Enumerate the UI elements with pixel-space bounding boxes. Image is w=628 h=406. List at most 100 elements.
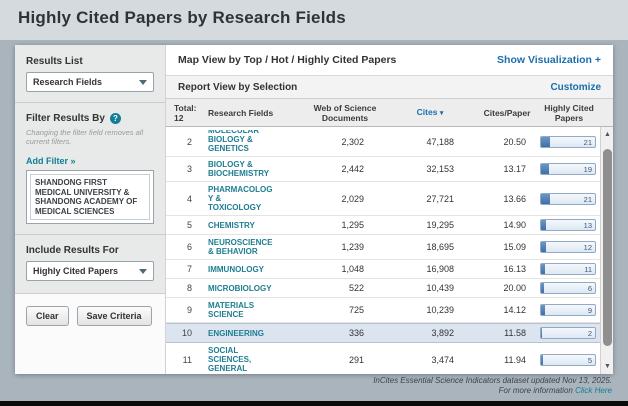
include-results-value: Highly Cited Papers bbox=[33, 266, 118, 276]
research-field-link[interactable]: SOCIALSCIENCES,GENERAL bbox=[202, 346, 304, 373]
docs-cell: 2,302 bbox=[304, 137, 386, 147]
cpp-cell: 13.66 bbox=[474, 194, 540, 204]
rank-cell: 9 bbox=[166, 305, 202, 315]
research-field-link[interactable]: PHARMACOLOGY &TOXICOLOGY bbox=[202, 185, 304, 212]
docs-cell: 1,295 bbox=[304, 220, 386, 230]
hcp-bar-cell: 2 bbox=[540, 327, 600, 339]
rank-cell: 5 bbox=[166, 220, 202, 230]
filter-selected-item[interactable]: SHANDONG FIRST MEDICAL UNIVERSITY & SHAN… bbox=[30, 174, 150, 220]
save-criteria-button[interactable]: Save Criteria bbox=[77, 306, 152, 326]
cites-cell: 18,695 bbox=[386, 242, 474, 252]
hcp-bar: 2 bbox=[540, 327, 596, 339]
col-header-cites-sorted[interactable]: Cites ▾ bbox=[386, 107, 474, 119]
hcp-value: 6 bbox=[588, 284, 592, 293]
research-field-link[interactable]: ENGINEERING bbox=[202, 329, 304, 338]
dataset-footer: InCites Essential Science Indicators dat… bbox=[373, 376, 612, 396]
show-visualization-link[interactable]: Show Visualization + bbox=[497, 54, 601, 66]
hcp-bar-cell: 9 bbox=[540, 304, 600, 316]
cites-cell: 16,908 bbox=[386, 264, 474, 274]
field-line: Y & bbox=[208, 194, 304, 203]
field-line: TOXICOLOGY bbox=[208, 203, 304, 212]
field-line: SOCIAL bbox=[208, 346, 304, 355]
table-row[interactable]: 3BIOLOGY &BIOCHEMISTRY2,44232,15313.1719 bbox=[166, 157, 600, 182]
research-field-link[interactable]: IMMUNOLOGY bbox=[202, 265, 304, 274]
hcp-bar-cell: 5 bbox=[540, 354, 600, 366]
help-icon[interactable]: ? bbox=[110, 113, 121, 124]
hcp-bar: 21 bbox=[540, 193, 596, 205]
cpp-cell: 20.50 bbox=[474, 137, 540, 147]
cites-cell: 47,188 bbox=[386, 137, 474, 147]
cites-cell: 10,239 bbox=[386, 305, 474, 315]
hcp-bar: 11 bbox=[540, 263, 596, 275]
click-here-link[interactable]: Click Here bbox=[575, 386, 612, 395]
cpp-cell: 15.09 bbox=[474, 242, 540, 252]
table-row[interactable]: 9MATERIALSSCIENCE72510,23914.129 bbox=[166, 298, 600, 323]
research-field-link[interactable]: BIOLOGY &BIOCHEMISTRY bbox=[202, 160, 304, 178]
table-row[interactable]: 11SOCIALSCIENCES,GENERAL2913,47411.945 bbox=[166, 343, 600, 374]
report-table-body: 2 MOLECULARBIOLOGY &GENETICS2,30247,18820… bbox=[166, 127, 600, 374]
table-row[interactable]: 6NEUROSCIENCE& BEHAVIOR1,23918,69515.091… bbox=[166, 235, 600, 260]
table-row[interactable]: 10ENGINEERING3363,89211.582 bbox=[166, 323, 600, 343]
hcp-value: 12 bbox=[584, 243, 592, 252]
hcp-bar-cell: 21 bbox=[540, 136, 600, 148]
table-row[interactable]: 4PHARMACOLOGY &TOXICOLOGY2,02927,72113.6… bbox=[166, 182, 600, 216]
cites-label: Cites bbox=[417, 107, 438, 117]
table-row[interactable]: 7IMMUNOLOGY1,04816,90816.1311 bbox=[166, 260, 600, 279]
chevron-down-icon bbox=[139, 269, 147, 274]
filter-listbox: SHANDONG FIRST MEDICAL UNIVERSITY & SHAN… bbox=[26, 170, 154, 224]
scroll-down-icon[interactable]: ▼ bbox=[601, 360, 613, 373]
scroll-up-icon[interactable]: ▲ bbox=[601, 128, 613, 141]
results-list-select[interactable]: Research Fields bbox=[26, 72, 154, 92]
rank-cell: 7 bbox=[166, 264, 202, 274]
hcp-value: 11 bbox=[584, 265, 592, 274]
table-row[interactable]: 5CHEMISTRY1,29519,29514.9013 bbox=[166, 216, 600, 235]
hcp-bar: 5 bbox=[540, 354, 596, 366]
field-line: PHARMACOLOG bbox=[208, 185, 304, 194]
table-scrollbar[interactable]: ▲ ▼ bbox=[600, 127, 613, 374]
cpp-cell: 14.12 bbox=[474, 305, 540, 315]
col-header-research-fields[interactable]: Research Fields bbox=[202, 108, 304, 118]
research-field-link[interactable]: MICROBIOLOGY bbox=[202, 284, 304, 293]
hcp-bar: 19 bbox=[540, 163, 596, 175]
hcp-bar-cell: 13 bbox=[540, 219, 600, 231]
research-field-link[interactable]: CHEMISTRY bbox=[202, 221, 304, 230]
col-header-wos-documents[interactable]: Web of Science Documents bbox=[304, 103, 386, 123]
hcp-value: 5 bbox=[588, 356, 592, 365]
hcp-bar: 13 bbox=[540, 219, 596, 231]
docs-cell: 336 bbox=[304, 328, 386, 338]
field-line: SCIENCES, bbox=[208, 355, 304, 364]
research-field-link[interactable]: NEUROSCIENCE& BEHAVIOR bbox=[202, 238, 304, 256]
research-field-link[interactable]: MOLECULARBIOLOGY &GENETICS bbox=[202, 130, 304, 153]
results-list-value: Research Fields bbox=[33, 77, 102, 87]
docs-cell: 1,239 bbox=[304, 242, 386, 252]
col-header-total: Total: 12 bbox=[166, 103, 202, 123]
table-row[interactable]: 2MOLECULARBIOLOGY &GENETICS2,30247,18820… bbox=[166, 127, 600, 157]
map-view-title: Map View by Top / Hot / Highly Cited Pap… bbox=[178, 54, 396, 66]
add-filter-link[interactable]: Add Filter » bbox=[26, 156, 76, 166]
hcp-value: 13 bbox=[584, 221, 592, 230]
hcp-bar: 9 bbox=[540, 304, 596, 316]
field-line: GENETICS bbox=[208, 144, 304, 153]
hcp-bar-fill bbox=[541, 242, 546, 252]
field-line: CHEMISTRY bbox=[208, 221, 304, 230]
map-view-bar: Map View by Top / Hot / Highly Cited Pap… bbox=[166, 45, 613, 76]
field-line: & BEHAVIOR bbox=[208, 247, 304, 256]
rank-cell: 4 bbox=[166, 194, 202, 204]
field-line: ENGINEERING bbox=[208, 329, 304, 338]
col-header-highly-cited-papers[interactable]: Highly Cited Papers bbox=[540, 103, 600, 123]
field-line: BIOLOGY & bbox=[208, 135, 304, 144]
table-row[interactable]: 8MICROBIOLOGY52210,43920.006 bbox=[166, 279, 600, 298]
col-header-cites-per-paper[interactable]: Cites/Paper bbox=[474, 108, 540, 118]
field-line: BIOCHEMISTRY bbox=[208, 169, 304, 178]
research-field-link[interactable]: MATERIALSSCIENCE bbox=[202, 301, 304, 319]
scrollbar-thumb[interactable] bbox=[603, 149, 612, 346]
customize-link[interactable]: Customize bbox=[550, 82, 601, 93]
hcp-bar-cell: 11 bbox=[540, 263, 600, 275]
rank-cell: 3 bbox=[166, 164, 202, 174]
hcp-bar: 12 bbox=[540, 241, 596, 253]
docs-cell: 2,442 bbox=[304, 164, 386, 174]
clear-button[interactable]: Clear bbox=[26, 306, 69, 326]
include-results-select[interactable]: Highly Cited Papers bbox=[26, 261, 154, 281]
hcp-bar-fill bbox=[541, 283, 544, 293]
field-line: NEUROSCIENCE bbox=[208, 238, 304, 247]
